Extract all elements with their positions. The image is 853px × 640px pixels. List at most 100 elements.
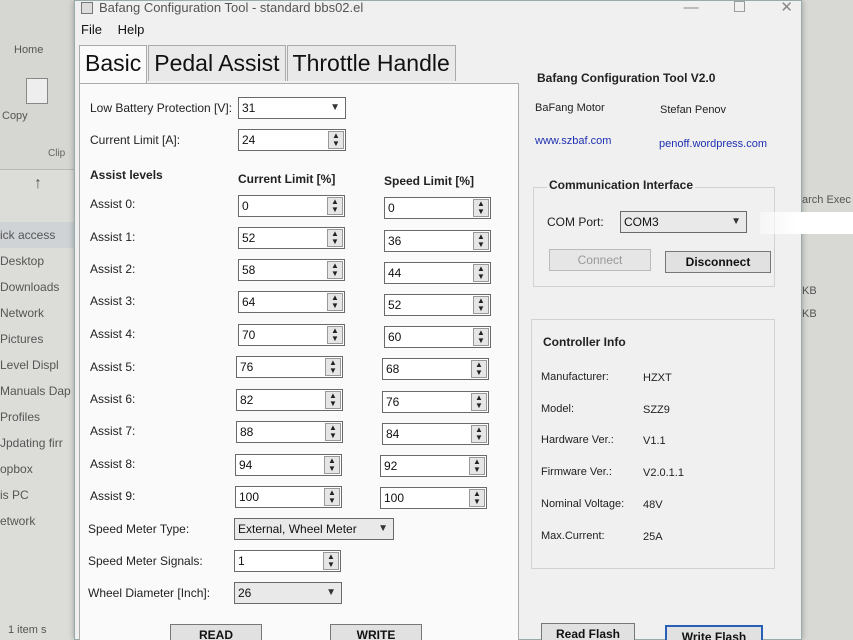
close-icon[interactable]: ✕ (780, 0, 793, 16)
spin-arrows-icon[interactable]: ▲ ▼ (473, 264, 489, 282)
spin-arrows-icon[interactable]: ▲ ▼ (324, 488, 340, 506)
assist-7-current-stepper[interactable]: 88 ▲ ▼ (236, 421, 343, 443)
assist-3-current-value: 64 (242, 295, 256, 309)
spin-arrows-icon[interactable]: ▲ ▼ (323, 552, 339, 570)
assist-8-speed-stepper[interactable]: 92 ▲ ▼ (380, 455, 487, 477)
nav-item-quick-access[interactable]: ick access (0, 222, 78, 248)
spin-arrows-icon[interactable]: ▲ ▼ (327, 326, 343, 344)
speed-meter-type-select[interactable]: External, Wheel Meter ▼ (234, 518, 394, 540)
assist-3-current-stepper[interactable]: 64 ▲ ▼ (238, 291, 345, 313)
spin-arrows-icon[interactable]: ▲ ▼ (471, 393, 487, 411)
assist-4-speed-stepper[interactable]: 60 ▲ ▼ (384, 326, 491, 348)
spin-arrows-icon[interactable]: ▲ ▼ (327, 261, 343, 279)
assist-0-current-value: 0 (242, 199, 249, 213)
spin-arrows-icon[interactable]: ▲ ▼ (469, 489, 485, 507)
assist-0-current-stepper[interactable]: 0 ▲ ▼ (238, 195, 345, 217)
tab-throttle-handle[interactable]: Throttle Handle (286, 45, 456, 81)
nav-item-network-2[interactable]: etwork (0, 508, 78, 534)
window-title: Bafang Configuration Tool - standard bbs… (99, 0, 364, 15)
spin-arrows-icon[interactable]: ▲ ▼ (327, 293, 343, 311)
write-button[interactable]: WRITE (330, 624, 422, 640)
write-flash-button[interactable]: Write Flash (665, 625, 763, 640)
assist-2-speed-stepper[interactable]: 44 ▲ ▼ (384, 262, 491, 284)
assist-1-speed-stepper[interactable]: 36 ▲ ▼ (384, 230, 491, 252)
menu-help[interactable]: Help (118, 22, 145, 37)
nav-item-manuals[interactable]: Manuals Dap (0, 378, 78, 404)
assist-3-speed-stepper[interactable]: 52 ▲ ▼ (384, 294, 491, 316)
assist-6-current-stepper[interactable]: 82 ▲ ▼ (236, 389, 343, 411)
spin-arrows-icon[interactable]: ▲ ▼ (327, 197, 343, 215)
spin-arrows-icon[interactable]: ▲ ▼ (471, 360, 487, 378)
up-arrow-icon[interactable]: ↑ (34, 175, 42, 193)
assist-6-speed-stepper[interactable]: 76 ▲ ▼ (382, 391, 489, 413)
tab-pedal-assist[interactable]: Pedal Assist (148, 45, 286, 81)
assist-1-label: Assist 1: (90, 230, 136, 244)
spin-arrows-icon[interactable]: ▲ ▼ (325, 391, 341, 409)
spin-arrows-icon[interactable]: ▲ ▼ (324, 456, 340, 474)
nav-item-level-display[interactable]: Level Displ (0, 352, 78, 378)
szbaf-link[interactable]: www.szbaf.com (535, 135, 611, 147)
explorer-nav-pane: ick access Desktop Downloads Network Pic… (0, 222, 78, 534)
assist-2-current-stepper[interactable]: 58 ▲ ▼ (238, 259, 345, 281)
assist-7-current-value: 88 (240, 425, 254, 439)
current-limit-stepper[interactable]: 24 ▲ ▼ (238, 129, 346, 151)
nav-item-pictures[interactable]: Pictures (0, 326, 78, 352)
chevron-down-icon: ▼ (326, 587, 336, 598)
current-limit-pct-header: Current Limit [%] (238, 172, 336, 186)
assist-9-current-stepper[interactable]: 100 ▲ ▼ (235, 486, 342, 508)
nav-item-desktop[interactable]: Desktop (0, 248, 78, 274)
assist-1-current-stepper[interactable]: 52 ▲ ▼ (238, 227, 345, 249)
speed-limit-pct-header: Speed Limit [%] (384, 174, 475, 188)
nav-item-dropbox[interactable]: opbox (0, 456, 78, 482)
search-box-text[interactable]: arch Exec (802, 194, 851, 206)
tab-basic[interactable]: Basic (79, 45, 148, 83)
title-bar: Bafang Configuration Tool - standard bbs… (75, 0, 801, 19)
read-flash-button[interactable]: Read Flash (541, 623, 635, 640)
manufacturer-label: Manufacturer: (541, 371, 609, 383)
assist-5-current-stepper[interactable]: 76 ▲ ▼ (236, 356, 343, 378)
menu-file[interactable]: File (81, 22, 102, 37)
spin-arrows-icon[interactable]: ▲ ▼ (469, 457, 485, 475)
wheel-diameter-value: 26 (238, 586, 252, 600)
penoff-link[interactable]: penoff.wordpress.com (659, 138, 767, 150)
spin-arrows-icon[interactable]: ▲ ▼ (325, 423, 341, 441)
assist-0-speed-stepper[interactable]: 0 ▲ ▼ (384, 197, 491, 219)
nav-item-profiles[interactable]: Profiles (0, 404, 78, 430)
speed-meter-signals-label: Speed Meter Signals: (88, 554, 203, 568)
speed-meter-signals-stepper[interactable]: 1 ▲ ▼ (234, 550, 341, 572)
connect-button[interactable]: Connect (549, 249, 651, 271)
minimize-icon[interactable]: — (684, 0, 699, 16)
read-button[interactable]: READ (170, 624, 262, 640)
assist-7-speed-stepper[interactable]: 84 ▲ ▼ (382, 423, 489, 445)
nav-item-downloads[interactable]: Downloads (0, 274, 78, 300)
spin-arrows-icon[interactable]: ▲ ▼ (471, 425, 487, 443)
assist-9-speed-stepper[interactable]: 100 ▲ ▼ (380, 487, 487, 509)
assist-5-speed-stepper[interactable]: 68 ▲ ▼ (382, 358, 489, 380)
nav-item-this-pc[interactable]: is PC (0, 482, 78, 508)
spin-arrows-icon[interactable]: ▲ ▼ (327, 229, 343, 247)
firmware-ver-label: Firmware Ver.: (541, 466, 612, 478)
ribbon-copy-label[interactable]: Copy (2, 110, 28, 122)
assist-4-current-stepper[interactable]: 70 ▲ ▼ (238, 324, 345, 346)
copy-icon[interactable] (26, 78, 48, 104)
nav-item-network[interactable]: Network (0, 300, 78, 326)
spin-arrows-icon[interactable]: ▲ ▼ (473, 232, 489, 250)
low-battery-select[interactable]: 31 ▼ (238, 97, 346, 119)
nav-item-updating[interactable]: Jpdating firr (0, 430, 78, 456)
assist-8-current-stepper[interactable]: 94 ▲ ▼ (235, 454, 342, 476)
spin-arrows-icon[interactable]: ▲ ▼ (473, 199, 489, 217)
spin-arrows-icon[interactable]: ▲ ▼ (325, 358, 341, 376)
hardware-ver-label: Hardware Ver.: (541, 434, 614, 446)
assist-2-current-value: 58 (242, 263, 256, 277)
wheel-diameter-select[interactable]: 26 ▼ (234, 582, 342, 604)
com-port-select[interactable]: COM3 ▼ (620, 211, 747, 233)
disconnect-button[interactable]: Disconnect (665, 251, 771, 273)
spin-arrows-icon[interactable]: ▲ ▼ (328, 131, 344, 149)
spin-arrows-icon[interactable]: ▲ ▼ (473, 328, 489, 346)
assist-4-speed-value: 60 (388, 330, 402, 344)
spin-arrows-icon[interactable]: ▲ ▼ (473, 296, 489, 314)
assist-6-current-value: 82 (240, 393, 254, 407)
speed-meter-signals-value: 1 (238, 554, 245, 568)
maximize-icon[interactable]: ☐ (733, 0, 746, 16)
ribbon-home-tab[interactable]: Home (14, 44, 43, 56)
